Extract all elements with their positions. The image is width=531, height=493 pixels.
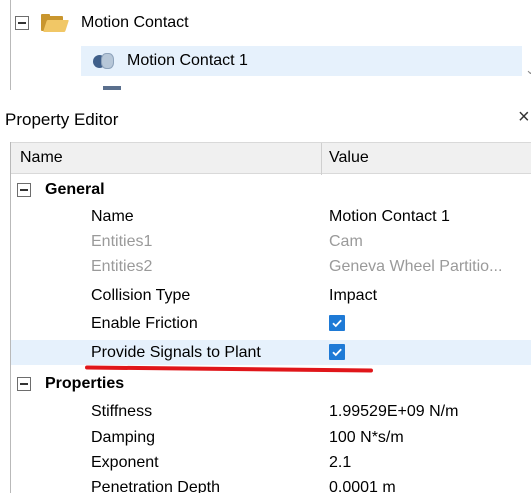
collapse-icon[interactable] [17, 183, 31, 197]
tree-node-motion-contact[interactable]: Motion Contact [15, 10, 189, 36]
app-window: Motion Contact Motion Contact 1 ⌄ Proper… [0, 0, 531, 493]
property-row-entities2[interactable]: Entities2 Geneva Wheel Partitio... [11, 254, 531, 279]
property-grid: Name Value General Name Motion Contact 1… [10, 142, 531, 493]
property-row-exponent[interactable]: Exponent 2.1 [11, 450, 531, 475]
enable-friction-checkbox[interactable] [329, 315, 345, 331]
category-properties[interactable]: Properties [11, 372, 124, 396]
property-name: Damping [91, 429, 156, 446]
property-row-provide-signals[interactable]: Provide Signals to Plant [11, 340, 531, 365]
provide-signals-checkbox[interactable] [329, 344, 345, 360]
motion-contact-icon [93, 52, 115, 70]
property-name: Collision Type [91, 287, 191, 304]
property-name: Entities2 [91, 258, 153, 275]
property-name: Entities1 [91, 233, 153, 250]
column-header-name[interactable]: Name [20, 149, 63, 167]
partial-node-icon [103, 86, 121, 90]
tree-node-label: Motion Contact [81, 14, 189, 31]
checkmark-icon [332, 348, 342, 357]
property-value[interactable]: Impact [329, 287, 377, 305]
category-label: General [45, 181, 105, 198]
column-divider[interactable] [321, 143, 322, 175]
property-name: Penetration Depth [91, 479, 220, 493]
property-editor-title: Property Editor [5, 110, 119, 129]
category-general[interactable]: General [11, 178, 105, 202]
folder-icon [41, 14, 69, 32]
property-row-entities1[interactable]: Entities1 Cam [11, 229, 531, 254]
property-value: Geneva Wheel Partitio... [329, 258, 503, 275]
annotation-underline [84, 365, 374, 373]
model-tree[interactable]: Motion Contact Motion Contact 1 ⌄ [10, 0, 531, 90]
property-name: Exponent [91, 454, 159, 471]
property-row-damping[interactable]: Damping 100 N*s/m [11, 425, 531, 450]
property-row-enable-friction[interactable]: Enable Friction [11, 311, 531, 336]
property-name: Stiffness [91, 403, 153, 420]
tree-node-label: Motion Contact 1 [127, 52, 248, 69]
column-header-value[interactable]: Value [329, 149, 369, 167]
scroll-down-icon[interactable]: ⌄ [525, 62, 531, 78]
property-value[interactable]: 0.0001 m [329, 479, 396, 493]
collapse-icon[interactable] [17, 377, 31, 391]
property-value[interactable]: Motion Contact 1 [329, 208, 450, 226]
property-value[interactable]: 1.99529E+09 N/m [329, 403, 458, 421]
collapse-icon[interactable] [15, 16, 29, 30]
property-row-name[interactable]: Name Motion Contact 1 [11, 204, 531, 229]
property-value[interactable]: 100 N*s/m [329, 429, 404, 447]
property-value[interactable]: 2.1 [329, 454, 351, 472]
property-value: Cam [329, 233, 363, 250]
property-row-penetration-depth[interactable]: Penetration Depth 0.0001 m [11, 475, 531, 493]
close-icon[interactable]: × [518, 106, 530, 129]
property-row-collision-type[interactable]: Collision Type Impact [11, 283, 531, 308]
grid-header: Name Value [11, 142, 531, 175]
tree-node-motion-contact-1[interactable]: Motion Contact 1 [81, 46, 522, 76]
property-name: Provide Signals to Plant [91, 344, 261, 361]
property-editor-header: Property Editor × [0, 96, 531, 136]
property-row-stiffness[interactable]: Stiffness 1.99529E+09 N/m [11, 399, 531, 424]
checkmark-icon [332, 319, 342, 328]
category-label: Properties [45, 375, 125, 392]
property-name: Name [91, 208, 134, 225]
property-name: Enable Friction [91, 315, 198, 332]
